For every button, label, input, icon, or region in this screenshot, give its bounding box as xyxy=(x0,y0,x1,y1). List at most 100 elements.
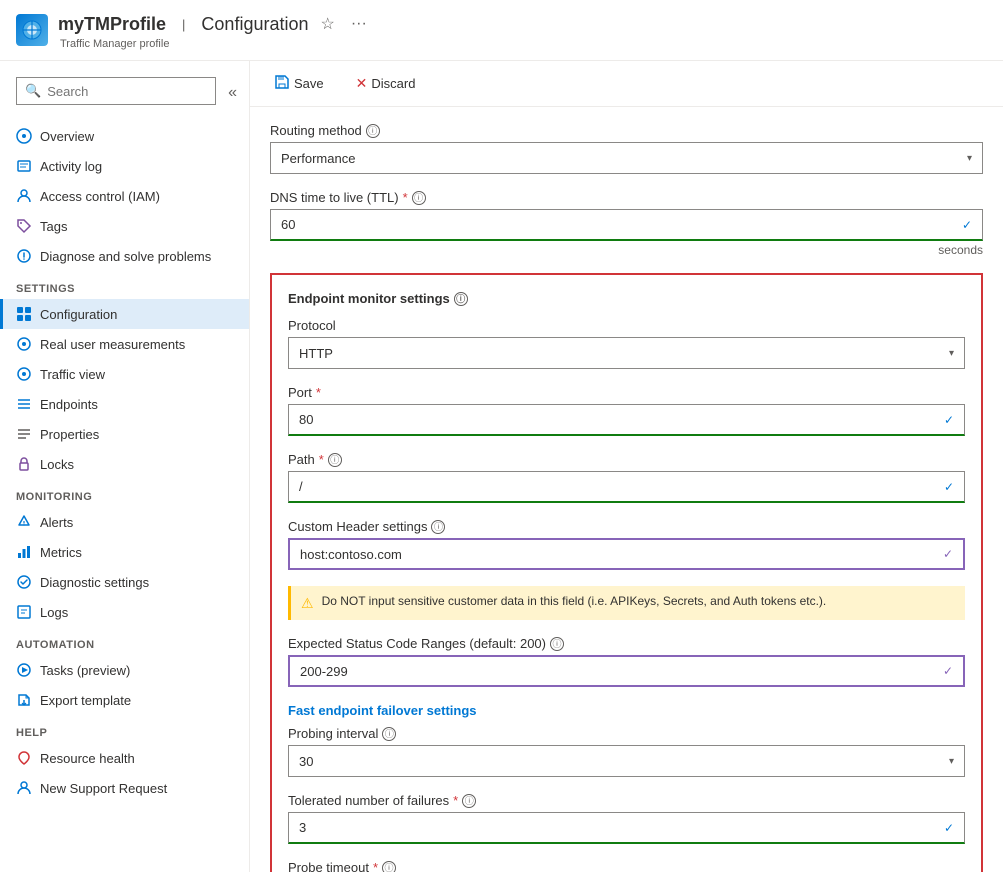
probe-timeout-label: Probe timeout * ⓘ xyxy=(288,860,965,872)
protocol-group: Protocol HTTP ▾ xyxy=(288,318,965,369)
resource-health-icon xyxy=(16,750,32,766)
path-field[interactable]: / ✓ xyxy=(288,471,965,503)
routing-method-select[interactable]: Performance ▾ xyxy=(270,142,983,174)
discard-button[interactable]: ✕ Discard xyxy=(348,70,424,97)
port-check-icon: ✓ xyxy=(944,413,954,427)
sidebar-item-resource-health[interactable]: Resource health xyxy=(0,743,249,773)
activity-log-icon xyxy=(16,158,32,174)
custom-header-label: Custom Header settings ⓘ xyxy=(288,519,965,534)
sidebar-item-overview[interactable]: Overview xyxy=(0,121,249,151)
resource-name: myTMProfile xyxy=(58,14,166,35)
title-separator: | xyxy=(182,17,185,32)
sidebar-item-traffic-view[interactable]: Traffic view xyxy=(0,359,249,389)
sidebar-item-endpoints[interactable]: Endpoints xyxy=(0,389,249,419)
protocol-select[interactable]: HTTP ▾ xyxy=(288,337,965,369)
sidebar-item-logs[interactable]: Logs xyxy=(0,597,249,627)
warning-triangle-icon: ⚠ xyxy=(301,595,314,612)
endpoint-monitor-section: Endpoint monitor settings ⓘ Protocol HTT… xyxy=(270,273,983,872)
page-header: myTMProfile | Configuration ☆ ··· Traffi… xyxy=(0,0,1003,61)
endpoints-icon xyxy=(16,396,32,412)
overview-icon xyxy=(16,128,32,144)
save-icon xyxy=(274,74,290,93)
automation-section-label: Automation xyxy=(0,627,249,655)
sidebar-item-activity-log[interactable]: Activity log xyxy=(0,151,249,181)
probing-interval-info-icon[interactable]: ⓘ xyxy=(382,727,396,741)
dns-ttl-info-icon[interactable]: ⓘ xyxy=(412,191,426,205)
custom-header-group: Custom Header settings ⓘ host:contoso.co… xyxy=(288,519,965,570)
status-code-check-icon: ✓ xyxy=(943,664,953,678)
status-code-group: Expected Status Code Ranges (default: 20… xyxy=(288,636,965,687)
dns-ttl-unit: seconds xyxy=(270,243,983,257)
dns-ttl-required: * xyxy=(403,190,408,205)
path-info-icon[interactable]: ⓘ xyxy=(328,453,342,467)
path-group: Path * ⓘ / ✓ xyxy=(288,452,965,503)
sensitive-data-warning: ⚠ Do NOT input sensitive customer data i… xyxy=(288,586,965,620)
search-icon: 🔍 xyxy=(25,83,41,99)
port-field[interactable]: 80 ✓ xyxy=(288,404,965,436)
routing-method-info-icon[interactable]: ⓘ xyxy=(366,124,380,138)
properties-icon xyxy=(16,426,32,442)
endpoint-monitor-title: Endpoint monitor settings ⓘ xyxy=(288,291,965,306)
sidebar-item-tasks[interactable]: Tasks (preview) xyxy=(0,655,249,685)
discard-label: Discard xyxy=(371,76,415,91)
main-layout: 🔍 « Overview Activity log Access control… xyxy=(0,61,1003,872)
content-area: Save ✕ Discard Routing method ⓘ Performa… xyxy=(250,61,1003,872)
sidebar-label-properties: Properties xyxy=(40,427,99,442)
endpoint-monitor-info-icon[interactable]: ⓘ xyxy=(454,292,468,306)
status-code-info-icon[interactable]: ⓘ xyxy=(550,637,564,651)
routing-method-group: Routing method ⓘ Performance ▾ xyxy=(270,123,983,174)
sidebar-item-alerts[interactable]: Alerts xyxy=(0,507,249,537)
diagnose-icon xyxy=(16,248,32,264)
search-box[interactable]: 🔍 xyxy=(16,77,216,105)
diagnostic-settings-icon xyxy=(16,574,32,590)
alerts-icon xyxy=(16,514,32,530)
tolerated-failures-info-icon[interactable]: ⓘ xyxy=(462,794,476,808)
warning-text: Do NOT input sensitive customer data in … xyxy=(322,594,827,608)
dns-ttl-check-icon: ✓ xyxy=(962,218,972,232)
resource-subtitle: Traffic Manager profile xyxy=(60,38,371,50)
sidebar-item-diagnostic-settings[interactable]: Diagnostic settings xyxy=(0,567,249,597)
sidebar-item-rum[interactable]: Real user measurements xyxy=(0,329,249,359)
search-input[interactable] xyxy=(47,84,207,99)
custom-header-field[interactable]: host:contoso.com ✓ xyxy=(288,538,965,570)
routing-method-label: Routing method ⓘ xyxy=(270,123,983,138)
monitoring-section-label: Monitoring xyxy=(0,479,249,507)
probe-timeout-group: Probe timeout * ⓘ 10 ✓ seconds xyxy=(288,860,965,872)
toolbar: Save ✕ Discard xyxy=(250,61,1003,107)
sidebar-item-locks[interactable]: Locks xyxy=(0,449,249,479)
discard-icon: ✕ xyxy=(356,75,368,92)
sidebar-item-configuration[interactable]: Configuration xyxy=(0,299,249,329)
probing-interval-select[interactable]: 30 ▾ xyxy=(288,745,965,777)
sidebar-label-activity-log: Activity log xyxy=(40,159,102,174)
collapse-sidebar-button[interactable]: « xyxy=(224,84,241,102)
sidebar-item-properties[interactable]: Properties xyxy=(0,419,249,449)
sidebar-item-iam[interactable]: Access control (IAM) xyxy=(0,181,249,211)
status-code-field[interactable]: 200-299 ✓ xyxy=(288,655,965,687)
favorite-button[interactable]: ☆ xyxy=(317,10,339,38)
more-options-button[interactable]: ··· xyxy=(347,11,371,37)
sidebar-label-overview: Overview xyxy=(40,129,94,144)
sidebar-label-diagnose: Diagnose and solve problems xyxy=(40,249,211,264)
sidebar-label-tasks: Tasks (preview) xyxy=(40,663,130,678)
sidebar-item-metrics[interactable]: Metrics xyxy=(0,537,249,567)
dns-ttl-field[interactable]: 60 ✓ xyxy=(270,209,983,241)
routing-method-chevron-icon: ▾ xyxy=(967,153,972,164)
sidebar-label-rum: Real user measurements xyxy=(40,337,185,352)
save-button[interactable]: Save xyxy=(266,69,332,98)
tolerated-failures-field[interactable]: 3 ✓ xyxy=(288,812,965,844)
sidebar-item-export-template[interactable]: Export template xyxy=(0,685,249,715)
sidebar-label-logs: Logs xyxy=(40,605,68,620)
probe-timeout-required: * xyxy=(373,860,378,872)
probe-timeout-info-icon[interactable]: ⓘ xyxy=(382,861,396,872)
sidebar-item-diagnose[interactable]: Diagnose and solve problems xyxy=(0,241,249,271)
metrics-icon xyxy=(16,544,32,560)
tags-icon xyxy=(16,218,32,234)
sidebar-label-locks: Locks xyxy=(40,457,74,472)
sidebar-item-new-support[interactable]: New Support Request xyxy=(0,773,249,803)
port-group: Port * 80 ✓ xyxy=(288,385,965,436)
sidebar-item-tags[interactable]: Tags xyxy=(0,211,249,241)
sidebar-label-tags: Tags xyxy=(40,219,67,234)
sidebar-label-endpoints: Endpoints xyxy=(40,397,98,412)
sidebar-label-resource-health: Resource health xyxy=(40,751,135,766)
custom-header-info-icon[interactable]: ⓘ xyxy=(431,520,445,534)
